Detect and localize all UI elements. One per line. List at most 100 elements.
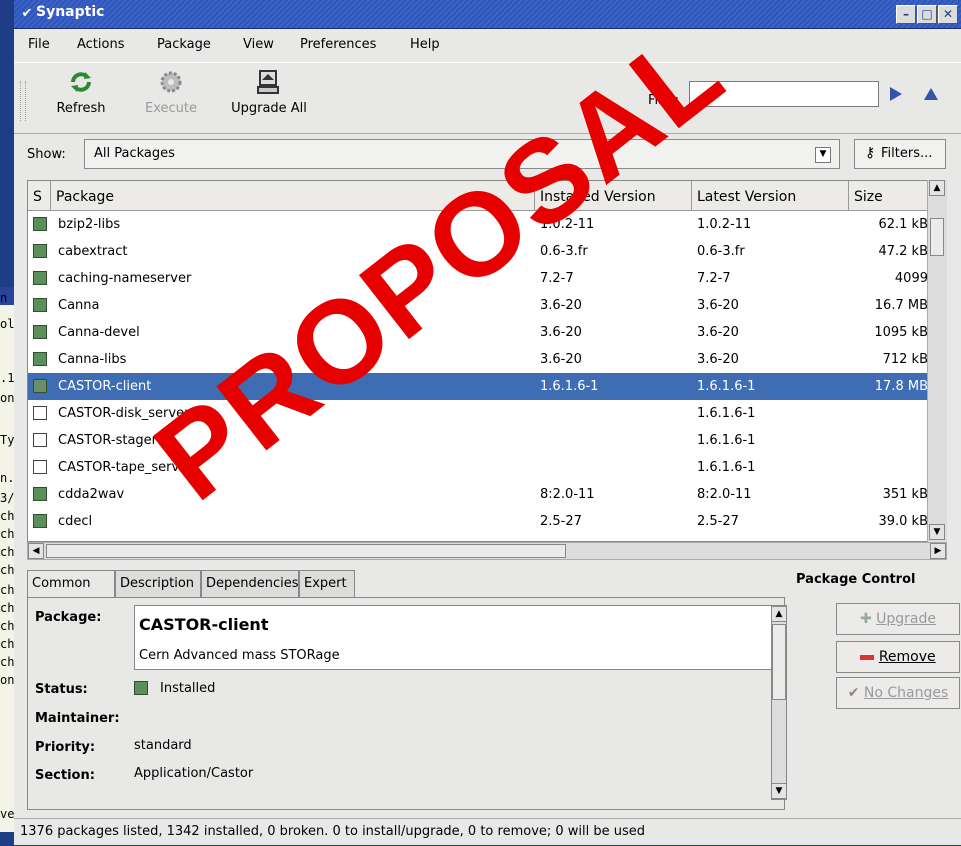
installed-status-icon[interactable]: [33, 217, 47, 231]
toolbar-grip[interactable]: [20, 81, 26, 121]
window-titlebar[interactable]: ✔ Synaptic – □ ✕: [14, 0, 961, 29]
size-cell: 39.0 kB: [878, 514, 928, 529]
menu-preferences[interactable]: Preferences: [300, 37, 376, 52]
no-changes-button[interactable]: ✔ No Changes: [836, 677, 960, 709]
refresh-button[interactable]: Refresh: [46, 69, 116, 116]
filters-button[interactable]: ⚷ Filters...: [854, 139, 946, 169]
installed-status-icon[interactable]: [33, 271, 47, 285]
latest-version-cell: 0.6-3.fr: [697, 244, 745, 259]
package-name-cell: CASTOR-tape_server: [58, 460, 193, 475]
menu-help[interactable]: Help: [410, 37, 440, 52]
package-row[interactable]: Canna-devel 3.6-20 3.6-20 1095 kB: [28, 319, 928, 346]
menubar: File Actions Package View Preferences He…: [14, 29, 961, 59]
menu-actions[interactable]: Actions: [77, 37, 125, 52]
column-header-package[interactable]: Package: [51, 181, 535, 211]
find-input[interactable]: [689, 81, 879, 107]
package-name-cell: Canna: [58, 298, 100, 313]
not-installed-status-icon[interactable]: [33, 460, 47, 474]
package-name-cell: bzip2-libs: [58, 217, 121, 232]
size-cell: 351 kB: [882, 487, 928, 502]
package-name-cell: Canna-devel: [58, 325, 140, 340]
column-header-latest-version[interactable]: Latest Version: [692, 181, 849, 211]
package-name-cell: cdda2wav: [58, 487, 125, 502]
package-row[interactable]: Canna 3.6-20 3.6-20 16.7 MB: [28, 292, 928, 319]
package-control-title: Package Control: [796, 572, 916, 587]
maximize-icon[interactable]: □: [917, 5, 937, 24]
window-menu-icon[interactable]: ✔: [18, 5, 36, 22]
list-horizontal-scrollbar[interactable]: ◀ ▶: [27, 542, 947, 560]
package-row[interactable]: cdda2wav 8:2.0-11 8:2.0-11 351 kB: [28, 481, 928, 508]
latest-version-cell: 3.6-20: [697, 352, 739, 367]
execute-label: Execute: [145, 101, 197, 116]
upgrade-button[interactable]: ✚ Upgrade: [836, 603, 960, 635]
tab-description[interactable]: Description: [115, 570, 201, 597]
not-installed-status-icon[interactable]: [33, 406, 47, 420]
package-row[interactable]: caching-nameserver 7.2-7 7.2-7 4099: [28, 265, 928, 292]
find-next-icon[interactable]: [890, 87, 902, 101]
show-filter-value: All Packages: [94, 146, 175, 161]
package-row[interactable]: bzip2-libs 1.0.2-11 1.0.2-11 62.1 kB: [28, 211, 928, 238]
details-scrollbar[interactable]: ▲ ▼: [771, 605, 787, 800]
installed-version-cell: 0.6-3.fr: [540, 244, 588, 259]
background-window-line: ch: [0, 637, 15, 651]
column-header-status[interactable]: S: [28, 181, 51, 211]
package-row[interactable]: cabextract 0.6-3.fr 0.6-3.fr 47.2 kB: [28, 238, 928, 265]
package-row[interactable]: CASTOR-tape_server 1.6.1.6-1: [28, 454, 928, 481]
scroll-right-icon[interactable]: ▶: [930, 543, 946, 559]
menu-file[interactable]: File: [28, 37, 50, 52]
tab-common[interactable]: Common: [27, 570, 115, 598]
remove-button[interactable]: Remove: [836, 641, 960, 673]
package-name-cell: cdecl: [58, 514, 93, 529]
latest-version-cell: 3.6-20: [697, 298, 739, 313]
installed-status-icon[interactable]: [33, 298, 47, 312]
installed-status-icon[interactable]: [33, 514, 47, 528]
scroll-up-icon[interactable]: ▲: [929, 180, 945, 196]
package-row[interactable]: CASTOR-stager 1.6.1.6-1: [28, 427, 928, 454]
size-cell: 17.8 MB: [874, 379, 928, 394]
package-row[interactable]: CASTOR-client 1.6.1.6-1 1.6.1.6-1 17.8 MB: [28, 373, 928, 400]
details-scroll-thumb[interactable]: [772, 624, 786, 700]
find-previous-icon[interactable]: [924, 88, 938, 100]
installed-status-icon[interactable]: [33, 352, 47, 366]
menu-package[interactable]: Package: [157, 37, 211, 52]
latest-version-cell: 1.6.1.6-1: [697, 460, 756, 475]
package-row[interactable]: Canna-libs 3.6-20 3.6-20 712 kB: [28, 346, 928, 373]
column-header-installed-version[interactable]: Installed Version: [535, 181, 692, 211]
show-filter-select[interactable]: All Packages ▼: [84, 139, 840, 169]
size-cell: 47.2 kB: [878, 244, 928, 259]
background-window-line: ch: [0, 583, 15, 597]
not-installed-status-icon[interactable]: [33, 433, 47, 447]
installed-status-icon[interactable]: [33, 244, 47, 258]
execute-button[interactable]: Execute: [136, 69, 206, 116]
minimize-icon[interactable]: –: [896, 5, 916, 24]
tab-dependencies[interactable]: Dependencies: [201, 570, 299, 597]
list-scroll-thumb[interactable]: [930, 218, 944, 256]
package-row[interactable]: CASTOR-disk_server 1.6.1.6-1: [28, 400, 928, 427]
show-label: Show:: [27, 147, 66, 162]
column-header-size[interactable]: Size: [849, 181, 929, 211]
menu-view[interactable]: View: [243, 37, 274, 52]
package-row[interactable]: cdecl 2.5-27 2.5-27 39.0 kB: [28, 508, 928, 535]
package-field-label: Package:: [35, 610, 102, 625]
remove-label: Remove: [878, 649, 936, 665]
background-window-line: on: [0, 673, 15, 687]
priority-field-label: Priority:: [35, 740, 96, 755]
scroll-left-icon[interactable]: ◀: [28, 543, 44, 559]
package-name-cell: CASTOR-client: [58, 379, 152, 394]
details-scroll-up-icon[interactable]: ▲: [771, 606, 787, 622]
close-icon[interactable]: ✕: [938, 5, 958, 24]
background-window-line: n: [0, 291, 8, 305]
upgrade-all-button[interactable]: Upgrade All: [224, 69, 314, 116]
installed-status-icon[interactable]: [33, 487, 47, 501]
filters-label: Filters...: [881, 146, 933, 161]
section-value: Application/Castor: [134, 766, 254, 781]
installed-status-icon[interactable]: [33, 325, 47, 339]
statusbar: 1376 packages listed, 1342 installed, 0 …: [14, 818, 961, 846]
list-hscroll-thumb[interactable]: [46, 544, 566, 558]
installed-status-icon[interactable]: [33, 379, 47, 393]
scroll-down-icon[interactable]: ▼: [929, 524, 945, 540]
list-vertical-scrollbar[interactable]: ▲ ▼: [927, 180, 947, 542]
latest-version-cell: 1.6.1.6-1: [697, 433, 756, 448]
tab-expert[interactable]: Expert: [299, 570, 355, 597]
details-scroll-down-icon[interactable]: ▼: [771, 783, 787, 799]
